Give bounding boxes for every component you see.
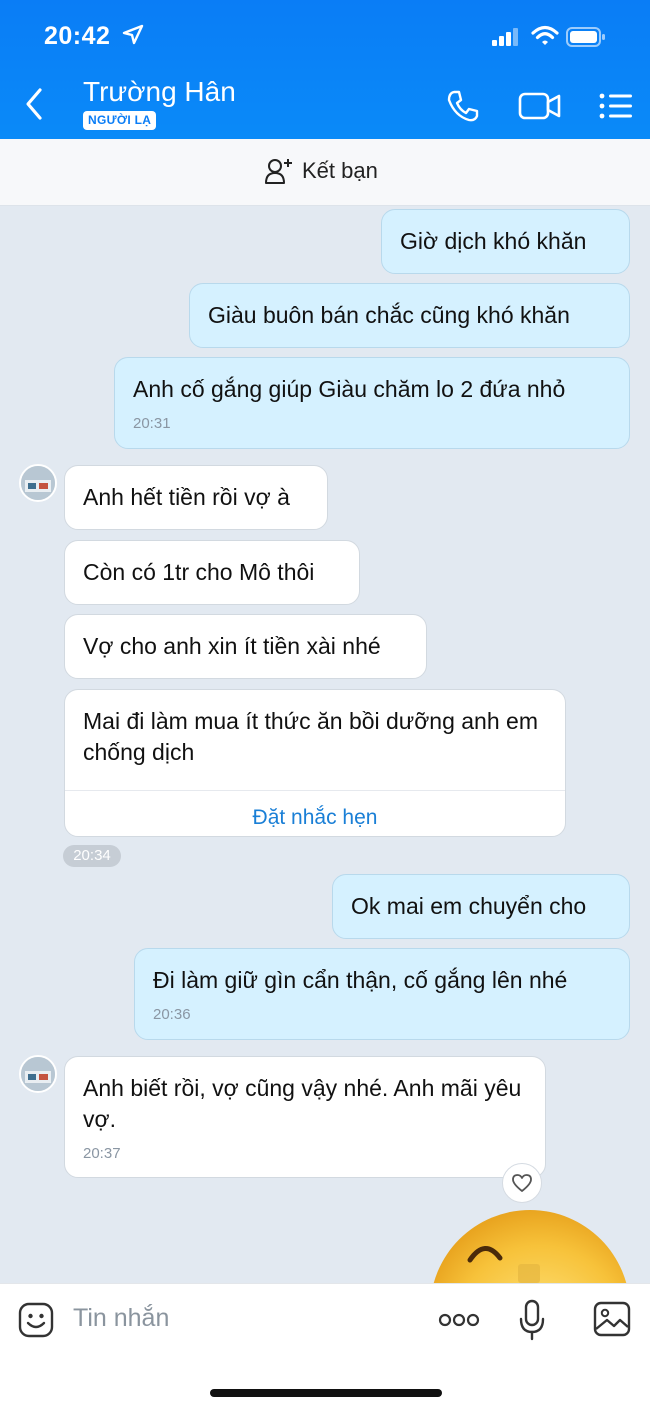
message-bubble[interactable]: Còn có 1tr cho Mô thôi bbox=[64, 540, 360, 605]
message-text: Anh cố gắng giúp Giàu chăm lo 2 đứa nhỏ bbox=[133, 376, 566, 402]
phone-icon[interactable] bbox=[445, 88, 481, 124]
message-text: Đi làm giữ gìn cẩn thận, cố gắng lên nhé bbox=[153, 967, 568, 993]
message-bubble[interactable]: Đi làm giữ gìn cẩn thận, cố gắng lên nhé… bbox=[134, 948, 630, 1040]
menu-icon[interactable] bbox=[598, 92, 634, 120]
message-text: Anh hết tiền rồi vợ à bbox=[83, 484, 290, 510]
message-input[interactable]: Tin nhắn bbox=[73, 1304, 169, 1333]
microphone-icon[interactable] bbox=[518, 1299, 546, 1341]
stranger-badge: NGƯỜI LẠ bbox=[83, 111, 157, 130]
add-friend-icon bbox=[265, 159, 292, 184]
message-text: Giờ dịch khó khăn bbox=[400, 228, 587, 254]
avatar-image bbox=[21, 1057, 55, 1091]
set-reminder-link[interactable]: Đặt nhắc hẹn bbox=[65, 802, 565, 833]
status-time: 20:42 bbox=[44, 22, 111, 50]
add-friend-button[interactable]: Kết bạn bbox=[264, 157, 378, 185]
message-text: Vợ cho anh xin ít tiền xài nhé bbox=[83, 633, 381, 659]
message-bubble[interactable]: Anh biết rồi, vợ cũng vậy nhé. Anh mãi y… bbox=[64, 1056, 546, 1178]
wifi-icon bbox=[531, 25, 559, 45]
battery-icon bbox=[566, 27, 605, 47]
avatar-image bbox=[21, 466, 55, 500]
add-friend-bar: Kết bạn bbox=[0, 139, 650, 206]
emoji-icon[interactable] bbox=[18, 1302, 54, 1338]
message-bubble[interactable]: Giờ dịch khó khăn bbox=[381, 209, 630, 274]
message-bubble[interactable]: Mai đi làm mua ít thức ăn bồi dưỡng anh … bbox=[64, 689, 566, 837]
time-pill: 20:34 bbox=[63, 845, 121, 867]
emoji-sticker[interactable] bbox=[430, 1210, 630, 1283]
message-time: 20:37 bbox=[83, 1145, 121, 1162]
message-text: Anh biết rồi, vợ cũng vậy nhé. Anh mãi y… bbox=[83, 1075, 522, 1132]
react-button[interactable] bbox=[502, 1163, 542, 1203]
location-arrow-icon bbox=[122, 24, 144, 45]
signal-icon bbox=[492, 28, 518, 46]
reminder-divider bbox=[65, 790, 565, 791]
message-bubble[interactable]: Ok mai em chuyển cho bbox=[332, 874, 630, 939]
message-bubble[interactable]: Giàu buôn bán chắc cũng khó khăn bbox=[189, 283, 630, 348]
contact-name[interactable]: Trường Hân bbox=[83, 76, 236, 108]
message-text: Mai đi làm mua ít thức ăn bồi dưỡng anh … bbox=[83, 708, 538, 765]
video-call-icon[interactable] bbox=[518, 90, 562, 122]
message-bubble[interactable]: Anh hết tiền rồi vợ à bbox=[64, 465, 328, 530]
message-bubble[interactable]: Vợ cho anh xin ít tiền xài nhé bbox=[64, 614, 427, 679]
avatar[interactable] bbox=[19, 464, 57, 502]
add-friend-label: Kết bạn bbox=[302, 158, 378, 183]
back-icon[interactable] bbox=[20, 84, 50, 124]
message-time: 20:31 bbox=[133, 415, 171, 432]
heart-icon bbox=[512, 1174, 532, 1192]
home-indicator bbox=[210, 1389, 442, 1397]
more-icon[interactable] bbox=[438, 1312, 480, 1328]
avatar[interactable] bbox=[19, 1055, 57, 1093]
message-text: Giàu buôn bán chắc cũng khó khăn bbox=[208, 302, 570, 328]
image-icon[interactable] bbox=[593, 1301, 631, 1337]
message-time: 20:36 bbox=[153, 1006, 191, 1023]
message-text: Còn có 1tr cho Mô thôi bbox=[83, 559, 315, 585]
chat-header: 20:42 Trường Hân NGƯỜI LẠ bbox=[0, 0, 650, 139]
message-text: Ok mai em chuyển cho bbox=[351, 893, 587, 919]
message-bubble[interactable]: Anh cố gắng giúp Giàu chăm lo 2 đứa nhỏ … bbox=[114, 357, 630, 449]
